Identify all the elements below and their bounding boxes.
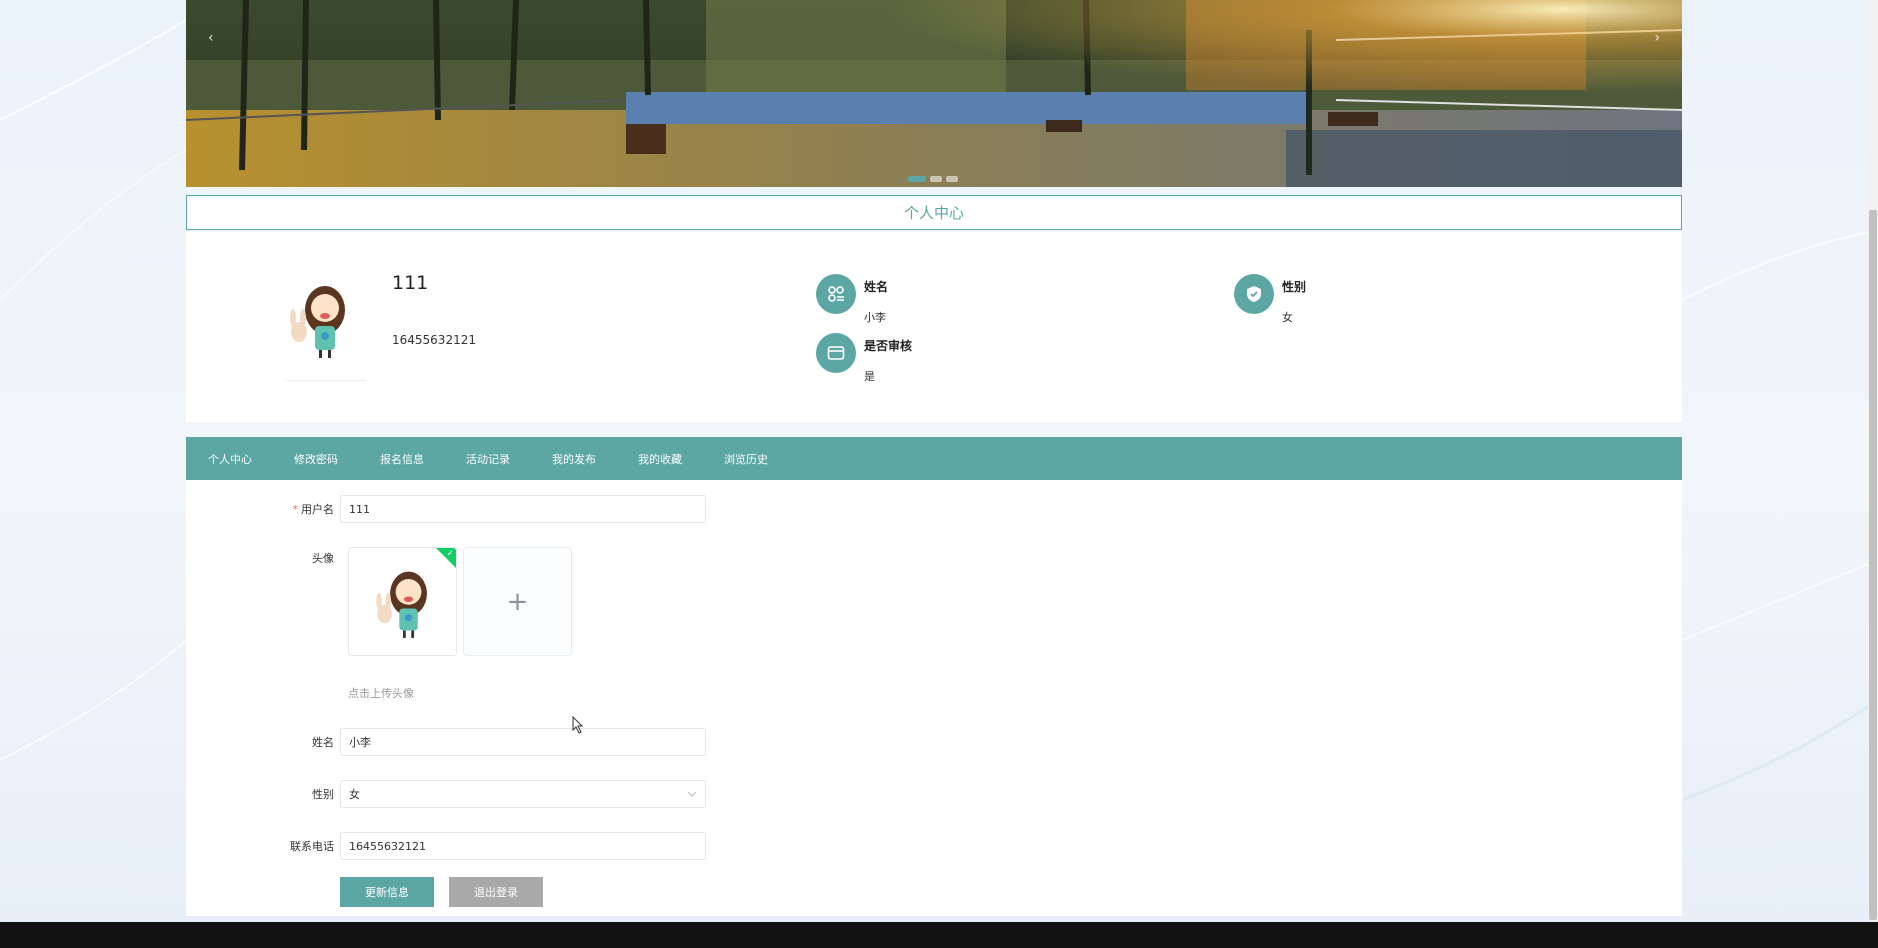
card-icon (816, 333, 856, 373)
avatar-girl-icon (375, 571, 427, 638)
chevron-down-icon (687, 791, 697, 797)
update-info-button[interactable]: 更新信息 (340, 877, 434, 907)
carousel-dot[interactable] (946, 176, 958, 182)
profile-username: 111 (392, 272, 429, 294)
profile-phone: 16455632121 (392, 333, 476, 347)
name-value: 小李 (349, 736, 371, 749)
banner-carousel[interactable]: ‹ › (186, 0, 1682, 187)
info-approved: 是否审核 是 (816, 333, 912, 384)
carousel-next-icon[interactable]: › (1654, 30, 1660, 46)
tab-activity-records[interactable]: 活动记录 (466, 451, 510, 467)
avatar (281, 280, 357, 358)
carousel-prev-icon[interactable]: ‹ (208, 30, 214, 46)
username-value: 111 (349, 502, 370, 516)
check-icon: ✓ (446, 549, 454, 559)
username-input[interactable]: 111 (340, 495, 706, 523)
info-approved-label: 是否审核 (864, 339, 913, 353)
uploaded-avatar[interactable]: ✓ (348, 547, 457, 656)
profile-card: 111 16455632121 姓名 小李 性别 女 是否审核 是 (186, 232, 1682, 422)
phone-input[interactable]: 16455632121 (340, 832, 706, 860)
upload-hint: 点击上传头像 (348, 687, 414, 700)
tab-browse-history[interactable]: 浏览历史 (724, 451, 768, 467)
tab-registration-info[interactable]: 报名信息 (380, 451, 424, 467)
scrollbar-thumb[interactable] (1869, 210, 1877, 920)
info-gender-label: 性别 (1282, 280, 1307, 294)
phone-row: 联系电话 16455632121 (186, 832, 706, 860)
info-approved-value: 是 (864, 370, 875, 383)
profile-form: * 用户名 111 头像 ✓ + 点击上传头像 姓名 小李 性别 女 联系电话 … (186, 480, 1682, 916)
name-row: 姓名 小李 (186, 728, 706, 756)
apps-icon (816, 274, 856, 314)
main-container: ‹ › 个人中心 111 16455632121 姓名 小李 性别 女 是否审核… (186, 0, 1682, 922)
carousel-dot[interactable] (930, 176, 942, 182)
taskbar (0, 922, 1878, 948)
name-label: 姓名 (312, 736, 334, 749)
tab-personal-center[interactable]: 个人中心 (208, 451, 252, 467)
name-input[interactable]: 小李 (340, 728, 706, 756)
phone-value: 16455632121 (349, 839, 426, 853)
mouse-cursor-icon (572, 716, 584, 734)
avatar-girl-icon (290, 286, 345, 358)
upload-add-button[interactable]: + (463, 547, 572, 656)
tab-change-password[interactable]: 修改密码 (294, 451, 338, 467)
gender-select[interactable]: 女 (340, 780, 706, 808)
phone-label: 联系电话 (290, 840, 334, 853)
info-name: 姓名 小李 (816, 274, 888, 325)
carousel-dot[interactable] (908, 176, 926, 182)
info-gender: 性别 女 (1234, 274, 1306, 325)
tab-my-favorites[interactable]: 我的收藏 (638, 451, 682, 467)
required-mark: * (292, 503, 299, 516)
avatar-label: 头像 (312, 552, 334, 565)
carousel-indicators (908, 176, 958, 182)
username-label: 用户名 (301, 503, 334, 516)
plus-icon: + (506, 586, 529, 617)
shield-icon (1234, 274, 1274, 314)
avatar-row: 头像 (186, 550, 340, 566)
profile-tabs: 个人中心 修改密码 报名信息 活动记录 我的发布 我的收藏 浏览历史 (186, 437, 1682, 480)
page-title: 个人中心 (186, 195, 1682, 230)
tab-my-posts[interactable]: 我的发布 (552, 451, 596, 467)
page-scrollbar[interactable] (1868, 0, 1878, 922)
banner-image (186, 0, 1682, 187)
info-name-label: 姓名 (864, 280, 889, 294)
info-name-value: 小李 (864, 311, 886, 324)
logout-button[interactable]: 退出登录 (449, 877, 543, 907)
info-gender-value: 女 (1282, 311, 1293, 324)
username-row: * 用户名 111 (186, 495, 706, 523)
gender-label: 性别 (312, 788, 334, 801)
gender-row: 性别 女 (186, 780, 706, 808)
avatar-divider (286, 380, 366, 381)
gender-value: 女 (349, 788, 360, 801)
avatar-upload: ✓ + (348, 547, 572, 656)
